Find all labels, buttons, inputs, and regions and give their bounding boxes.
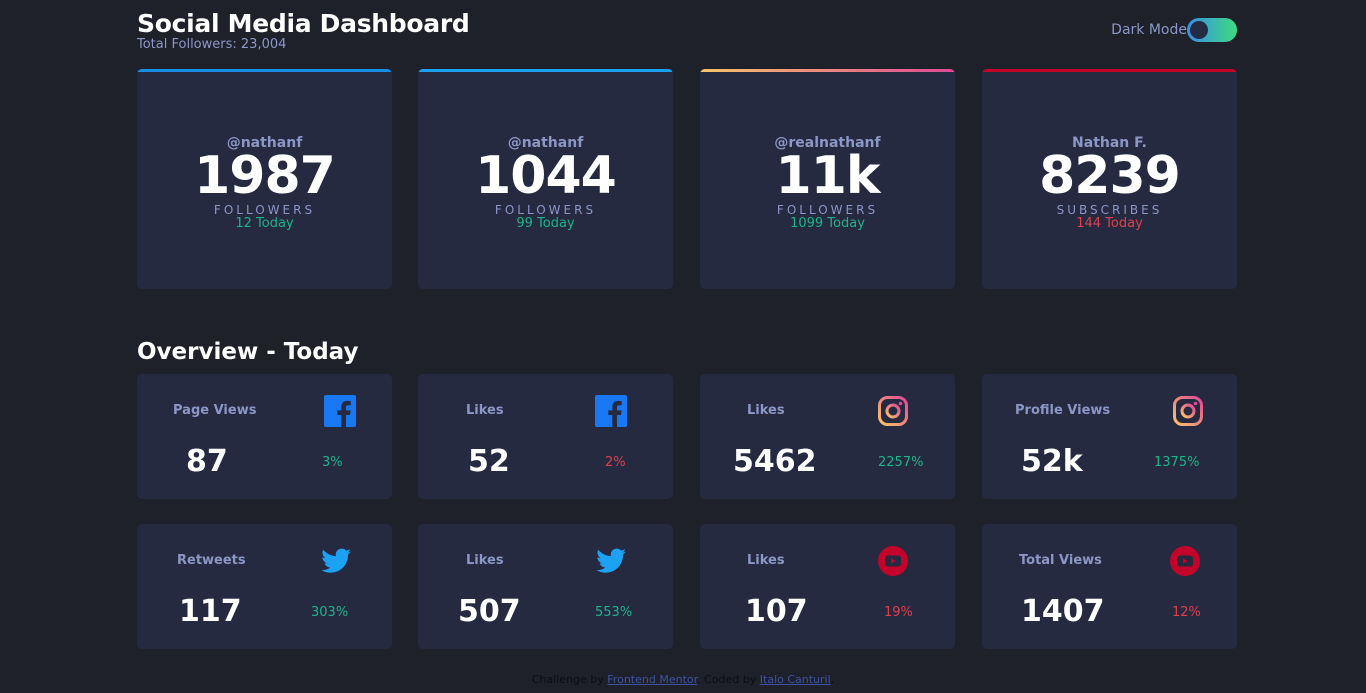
overview-card-twitter-likes[interactable]: Likes 507 553% bbox=[418, 524, 673, 649]
overview-value: 52k bbox=[1021, 444, 1083, 479]
card-unit: FOLLOWERS bbox=[494, 203, 597, 217]
dark-mode-toggle[interactable] bbox=[1187, 18, 1237, 42]
overview-label: Likes bbox=[747, 553, 785, 568]
overview-card-facebook-likes[interactable]: Likes 52 2% bbox=[418, 374, 673, 499]
overview-percent: 303% bbox=[311, 605, 349, 620]
overview-card-youtube-total-views[interactable]: Total Views 1407 12% bbox=[982, 524, 1237, 649]
overview-value: 52 bbox=[468, 444, 510, 479]
instagram-icon bbox=[1173, 396, 1203, 426]
card-unit: FOLLOWERS bbox=[213, 203, 316, 217]
overview-card-twitter-retweets[interactable]: Retweets 117 303% bbox=[137, 524, 392, 649]
challenge-by-text: Challenge by bbox=[531, 673, 604, 686]
card-accent-bar bbox=[700, 69, 955, 72]
twitter-icon bbox=[321, 548, 351, 573]
overview-card-youtube-likes[interactable]: Likes 107 19% bbox=[700, 524, 955, 649]
overview-label: Likes bbox=[466, 403, 504, 418]
dashboard-header: Social Media Dashboard Total Followers: … bbox=[137, 10, 1237, 54]
overview-value: 1407 bbox=[1021, 594, 1105, 629]
youtube-icon bbox=[878, 546, 908, 576]
overview-value: 87 bbox=[186, 444, 228, 479]
overview-percent: 2% bbox=[605, 455, 626, 470]
overview-value: 5462 bbox=[733, 444, 817, 479]
card-today: 144 Today bbox=[1076, 216, 1143, 231]
twitter-icon bbox=[596, 548, 626, 573]
youtube-subscribers-card[interactable]: Nathan F. 8239 SUBSCRIBES 144 Today bbox=[982, 69, 1237, 289]
card-accent-bar bbox=[982, 69, 1237, 72]
card-accent-bar bbox=[418, 69, 673, 72]
youtube-icon bbox=[1170, 546, 1200, 576]
total-followers: Total Followers: 23,004 bbox=[137, 37, 287, 52]
instagram-followers-card[interactable]: @realnathanf 11k FOLLOWERS 1099 Today bbox=[700, 69, 955, 289]
page-title: Social Media Dashboard bbox=[137, 9, 470, 38]
card-count: 11k bbox=[775, 146, 881, 206]
overview-percent: 12% bbox=[1172, 605, 1201, 620]
card-accent-bar bbox=[137, 69, 392, 72]
toggle-knob bbox=[1190, 21, 1208, 39]
card-today: 12 Today bbox=[235, 216, 294, 231]
card-unit: FOLLOWERS bbox=[776, 203, 879, 217]
card-count: 1987 bbox=[194, 146, 336, 206]
overview-label: Retweets bbox=[177, 553, 246, 568]
card-today: 1099 Today bbox=[790, 216, 865, 231]
dark-mode-control: Dark Mode bbox=[1111, 18, 1237, 42]
attribution-footer: Challenge by Frontend Mentor. Coded by I… bbox=[531, 673, 835, 686]
overview-card-instagram-likes[interactable]: Likes 5462 2257% bbox=[700, 374, 955, 499]
facebook-icon bbox=[324, 395, 356, 427]
instagram-icon bbox=[878, 396, 908, 426]
overview-value: 507 bbox=[458, 594, 521, 629]
card-today: 99 Today bbox=[516, 216, 575, 231]
frontend-mentor-link[interactable]: Frontend Mentor bbox=[607, 673, 697, 686]
coded-by-text: Coded by bbox=[704, 673, 757, 686]
twitter-followers-card[interactable]: @nathanf 1044 FOLLOWERS 99 Today bbox=[418, 69, 673, 289]
author-link[interactable]: Italo Canturil bbox=[760, 673, 831, 686]
overview-card-instagram-profile-views[interactable]: Profile Views 52k 1375% bbox=[982, 374, 1237, 499]
card-unit: SUBSCRIBES bbox=[1056, 203, 1163, 217]
facebook-icon bbox=[595, 395, 627, 427]
overview-card-facebook-page-views[interactable]: Page Views 87 3% bbox=[137, 374, 392, 499]
overview-label: Profile Views bbox=[1015, 403, 1111, 418]
overview-percent: 2257% bbox=[878, 455, 924, 470]
overview-label: Page Views bbox=[173, 403, 257, 418]
overview-title: Overview - Today bbox=[137, 339, 359, 365]
overview-percent: 19% bbox=[884, 605, 913, 620]
facebook-followers-card[interactable]: @nathanf 1987 FOLLOWERS 12 Today bbox=[137, 69, 392, 289]
overview-value: 107 bbox=[745, 594, 808, 629]
overview-percent: 553% bbox=[595, 605, 633, 620]
dark-mode-label: Dark Mode bbox=[1111, 22, 1187, 38]
overview-value: 117 bbox=[179, 594, 242, 629]
overview-label: Likes bbox=[466, 553, 504, 568]
overview-percent: 3% bbox=[322, 455, 343, 470]
overview-percent: 1375% bbox=[1154, 455, 1200, 470]
overview-label: Likes bbox=[747, 403, 785, 418]
overview-label: Total Views bbox=[1019, 553, 1102, 568]
card-count: 1044 bbox=[475, 146, 617, 206]
card-count: 8239 bbox=[1039, 146, 1181, 206]
